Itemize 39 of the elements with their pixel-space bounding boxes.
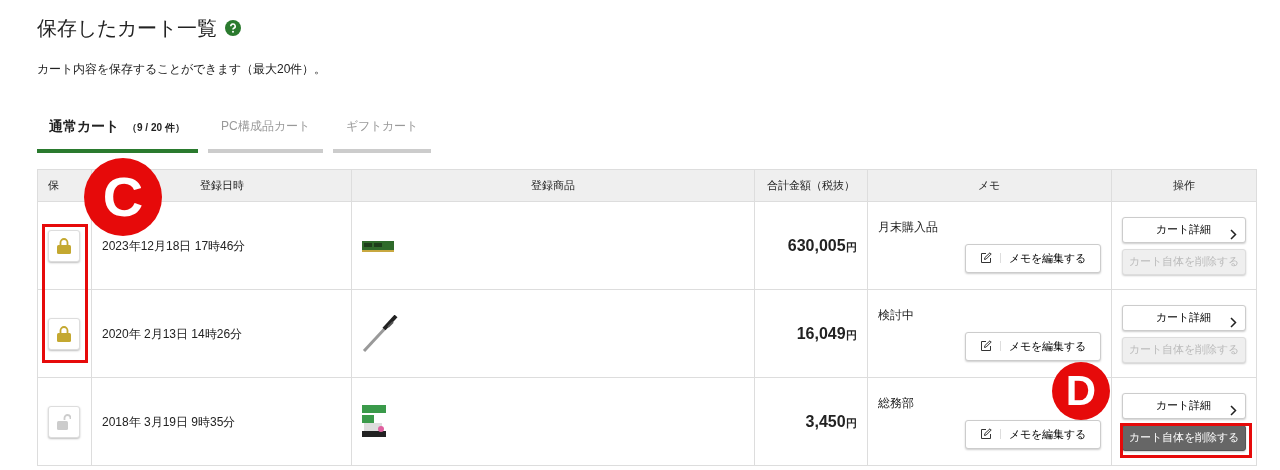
memo-text: 月末購入品 bbox=[877, 219, 939, 236]
column-header: メモ bbox=[867, 169, 1112, 202]
unlock-icon bbox=[57, 413, 71, 430]
edit-icon bbox=[979, 340, 992, 353]
chevron-right-icon bbox=[1230, 405, 1237, 417]
date-text: 2023年12月18日 17時46分 bbox=[102, 238, 246, 253]
amount-text: 3,450円 bbox=[805, 412, 857, 430]
help-icon[interactable] bbox=[225, 20, 241, 36]
lock-button[interactable] bbox=[48, 317, 80, 350]
memo-text: 総務部 bbox=[877, 395, 915, 412]
memo-text: 検討中 bbox=[877, 307, 915, 324]
callout-badge: C bbox=[84, 158, 162, 236]
column-header: 合計金額（税抜） bbox=[754, 169, 868, 202]
cart-detail-button[interactable]: カート詳細 bbox=[1122, 304, 1246, 331]
chevron-right-icon bbox=[1230, 317, 1237, 329]
edit-memo-button[interactable]: メモを編集する bbox=[964, 244, 1101, 273]
cart-detail-button[interactable]: カート詳細 bbox=[1122, 392, 1246, 419]
edit-memo-button[interactable]: メモを編集する bbox=[964, 420, 1101, 449]
chevron-right-icon bbox=[1230, 229, 1237, 241]
page-title: 保存したカート一覧 bbox=[37, 16, 217, 40]
lock-button[interactable] bbox=[48, 229, 80, 262]
edit-icon bbox=[979, 428, 992, 441]
edit-memo-button[interactable]: メモを編集する bbox=[964, 332, 1101, 361]
column-header: 保 bbox=[37, 169, 92, 202]
amount-text: 16,049円 bbox=[796, 324, 857, 342]
lock-icon bbox=[57, 237, 71, 254]
callout-badge: D bbox=[1052, 362, 1110, 420]
column-header: 登録商品 bbox=[351, 169, 755, 202]
date-text: 2020年 2月13日 14時26分 bbox=[102, 326, 243, 341]
unlock-button[interactable] bbox=[48, 405, 80, 438]
cart-detail-button[interactable]: カート詳細 bbox=[1122, 216, 1246, 243]
edit-icon bbox=[979, 252, 992, 265]
tab[interactable]: 通常カート （9 / 20 件） bbox=[37, 116, 198, 153]
description: カート内容を保存することができます（最大20件）。 bbox=[37, 61, 328, 78]
column-header: 操作 bbox=[1111, 169, 1257, 202]
lock-icon bbox=[57, 325, 71, 342]
date-text: 2018年 3月19日 9時35分 bbox=[102, 414, 236, 429]
amount-text: 630,005円 bbox=[787, 236, 857, 254]
delete-cart-button[interactable]: カート自体を削除する bbox=[1122, 424, 1246, 451]
